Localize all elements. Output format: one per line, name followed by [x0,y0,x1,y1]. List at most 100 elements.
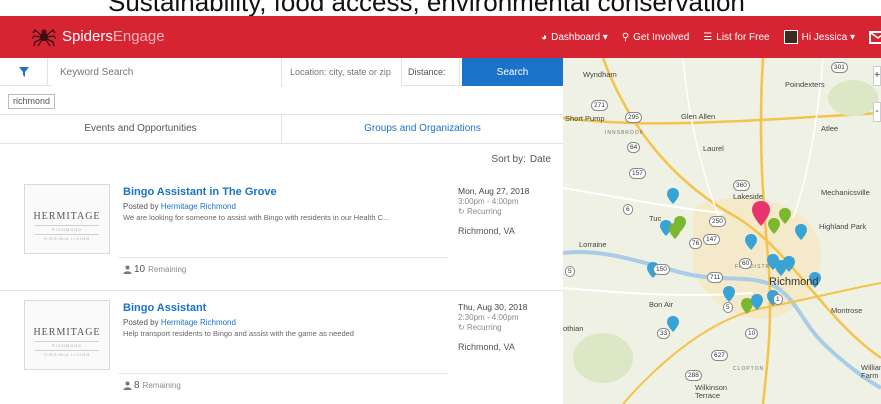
posted-prefix: Posted by [123,202,159,211]
thumbnail-sub2: VIRGINIA LIVING [43,352,91,357]
caption-strip: Sustainability, food access, environment… [0,0,881,16]
map-label-tuckahoe: Tuc [649,214,662,223]
map-label-poindexters: Poindexters [785,80,825,89]
posted-by-link[interactable]: Hermitage Richmond [161,318,236,327]
map-label-glen-allen: Glen Allen [681,112,716,121]
brand[interactable]: SpidersEngage [32,22,165,50]
map-label-bon-air: Bon Air [649,300,674,309]
listing-description: We are looking for someone to assist wit… [123,213,390,222]
map-label-mechanicsville: Mechanicsville [821,188,870,197]
route-shield: 271 [591,100,608,111]
person-icon [123,381,132,390]
row-separator [0,290,563,291]
route-shield: 250 [709,216,726,227]
recurring-icon: ↻ [458,207,465,216]
map-label-atlee: Atlee [821,124,839,133]
sort-label: Sort by: [491,154,526,165]
results-tabs: Events and Opportunities Groups and Orga… [0,114,563,144]
avatar [783,30,798,44]
search-icon: ⚲ [621,31,630,43]
sort-control[interactable]: Sort by: Date [491,154,551,165]
tab-events[interactable]: Events and Opportunities [0,115,282,143]
nav-user-menu[interactable]: Hi Jessica ▾ [783,30,855,44]
keyword-search-input[interactable] [52,58,282,86]
nav-dashboard-label: Dashboard ▾ [551,31,608,43]
highway-295 [563,111,881,125]
route-shield: 5 [723,302,733,313]
listing-title[interactable]: Bingo Assistant in The Grove [123,186,277,198]
listing-recurring: ↻ Recurring [458,207,502,216]
nav-get-involved[interactable]: ⚲ Get Involved [622,32,689,43]
thumbnail-sub2: VIRGINIA LIVING [43,236,91,241]
listing-divider [118,373,448,374]
map-label-midlothian: othian [563,324,584,333]
map-marker[interactable] [669,223,681,239]
filter-icon [18,67,29,77]
caption-text: Sustainability, food access, environment… [108,0,745,16]
map-label-highland-park: Highland Park [819,222,867,231]
filter-button[interactable] [0,58,48,86]
map-marker[interactable] [667,188,679,204]
search-button[interactable]: Search [462,58,563,86]
listing-time: 2:30pm - 4:00pm [458,313,519,322]
listing-time: 3:00pm - 4:00pm [458,197,519,206]
listing-thumbnail[interactable]: HERMITAGE RICHMOND VIRGINIA LIVING [24,300,110,370]
list-item: HERMITAGE RICHMOND VIRGINIA LIVING Bingo… [0,296,563,404]
dashboard-icon: ◕ [541,31,548,43]
route-shield: 295 [625,112,642,123]
results-map[interactable]: Wyndham Poindexters Short Pump Glen Alle… [563,58,881,404]
listing-title[interactable]: Bingo Assistant [123,302,206,314]
list-icon: ☰ [703,31,713,43]
list-item: HERMITAGE RICHMOND VIRGINIA LIVING Bingo… [0,180,563,291]
mail-flap-icon [871,32,881,39]
park-area [828,80,878,116]
map-label-lorraine: Lorraine [579,240,607,249]
listing-posted-by: Posted by Hermitage Richmond [123,202,236,211]
listing-location: Richmond, VA [458,342,515,352]
recurring-label: Recurring [466,207,502,216]
distance-select[interactable]: Distance: [404,58,460,86]
thumbnail-divider [35,350,99,351]
nav-list-for-free[interactable]: ☰ List for Free [703,32,769,43]
map-label-short-pump: Short Pump [565,114,605,123]
map-label-williams-farm: William Farm [861,364,881,380]
location-input[interactable] [284,58,402,86]
listing-divider [118,257,448,258]
zoom-out-button[interactable]: - [873,102,881,122]
route-shield: 1 [773,294,783,305]
map-label-richmond: Richmond [769,276,819,288]
route-shield: 76 [689,238,703,249]
recurring-label: Recurring [466,323,502,332]
thumbnail-divider [35,341,99,342]
mail-icon[interactable] [869,30,881,44]
listing-date: Thu, Aug 30, 2018 [458,302,528,312]
listing-thumbnail[interactable]: HERMITAGE RICHMOND VIRGINIA LIVING [24,184,110,254]
thumbnail-divider [35,225,99,226]
route-shield: 33 [657,328,671,339]
route-shield: 147 [703,234,720,245]
map-label-laurel: Laurel [703,144,724,153]
nav-dashboard[interactable]: ◕ Dashboard ▾ [541,32,608,43]
route-shield: 6 [623,204,633,215]
thumbnail-logo-text: HERMITAGE [33,211,101,222]
nav-get-involved-label: Get Involved [633,31,690,43]
tab-groups[interactable]: Groups and Organizations [282,115,563,143]
map-label-wilkinson-terrace: Wilkinson Terrace [695,383,728,400]
route-shield: 5 [565,266,575,277]
listing-recurring: ↻ Recurring [458,323,502,332]
route-shield: 64 [627,142,641,153]
remaining-label: Remaining [148,265,187,274]
route-shield: 301 [831,62,848,73]
sort-value[interactable]: Date [530,154,551,165]
posted-by-link[interactable]: Hermitage Richmond [161,202,236,211]
zoom-in-button[interactable]: + [873,66,881,86]
map-label-clopton: CLOPTON [733,366,765,372]
filter-chip[interactable]: richmond [8,94,56,109]
map-label-lakeside: Lakeside [733,192,764,201]
brand-name: SpidersEngage [62,27,165,45]
route-shield: 150 [653,264,670,275]
person-icon [123,265,132,274]
route-shield: 157 [629,168,646,179]
top-navbar: SpidersEngage ◕ Dashboard ▾ ⚲ Get Involv… [0,16,881,58]
route-shield: 288 [685,370,702,381]
